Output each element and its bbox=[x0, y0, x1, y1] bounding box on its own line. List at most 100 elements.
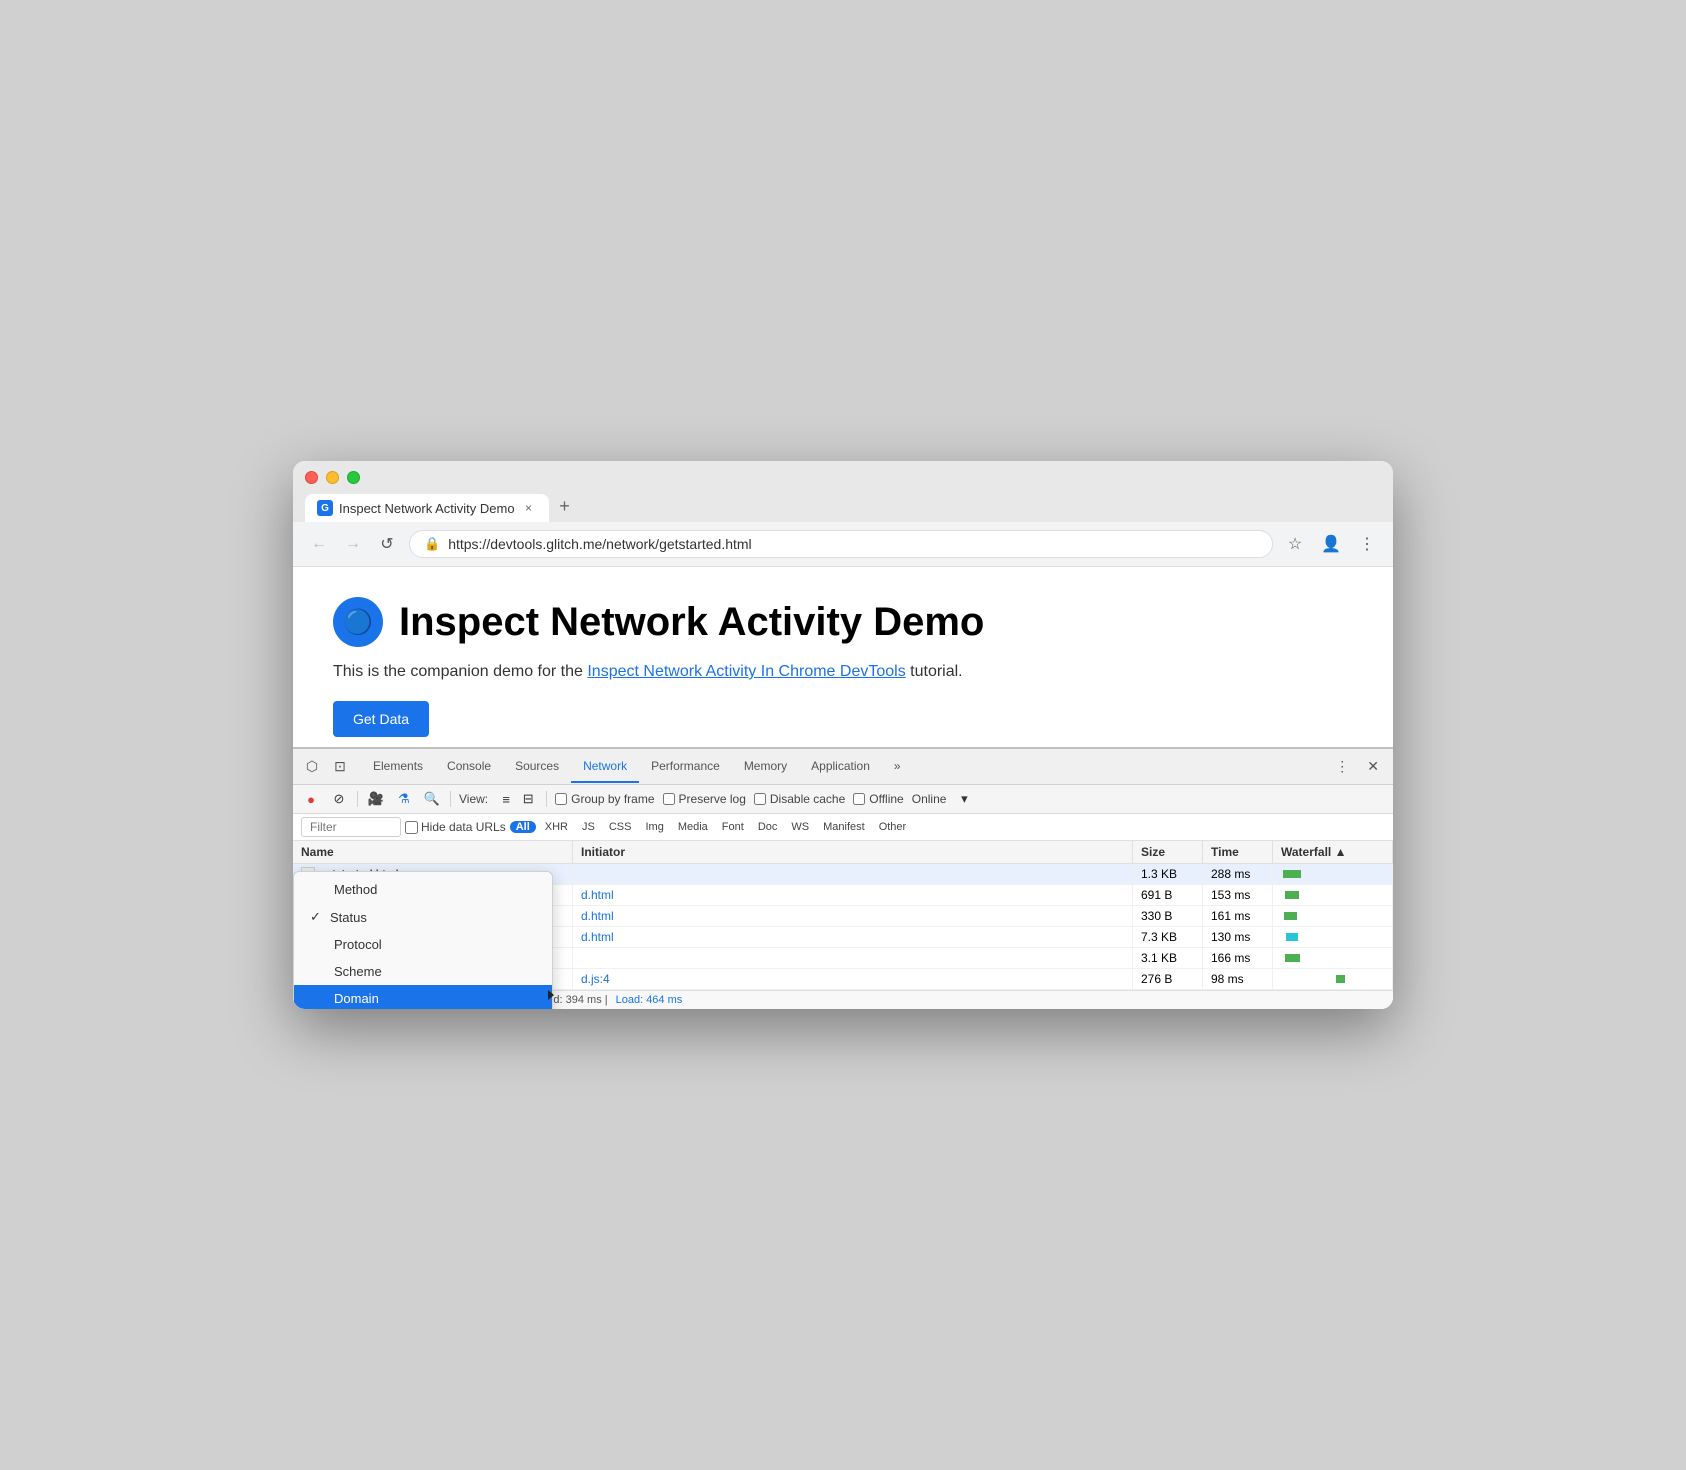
devtools-close-button[interactable]: ✕ bbox=[1361, 754, 1385, 779]
menu-item-status[interactable]: ✓ Status bbox=[294, 903, 552, 931]
cursor-tool-icon[interactable]: ⬡ bbox=[301, 756, 323, 778]
minimize-button[interactable] bbox=[326, 471, 339, 484]
tab-memory[interactable]: Memory bbox=[732, 751, 799, 783]
preserve-log-check[interactable]: Preserve log bbox=[663, 792, 746, 806]
star-button[interactable]: ☆ bbox=[1283, 532, 1307, 556]
logo-icon: 🔵 bbox=[343, 608, 373, 637]
menu-item-scheme[interactable]: Scheme bbox=[294, 958, 552, 985]
profile-button[interactable]: 👤 bbox=[1319, 532, 1343, 556]
row-time: 166 ms bbox=[1203, 948, 1273, 968]
url-text: https://devtools.glitch.me/network/getst… bbox=[448, 536, 1258, 552]
offline-checkbox[interactable] bbox=[853, 793, 865, 805]
waterfall-bar bbox=[1285, 891, 1299, 899]
waterfall-bar-container bbox=[1281, 910, 1384, 922]
list-view-icon[interactable]: ≡ bbox=[496, 789, 516, 809]
tall-view-icon[interactable]: ⊟ bbox=[518, 789, 538, 809]
back-button[interactable]: ← bbox=[307, 535, 331, 553]
filter-css[interactable]: CSS bbox=[604, 820, 637, 834]
new-tab-button[interactable]: + bbox=[551, 492, 579, 520]
close-button[interactable] bbox=[305, 471, 318, 484]
waterfall-bar-container bbox=[1281, 931, 1384, 943]
reload-button[interactable]: ↺ bbox=[375, 534, 399, 554]
dropdown-icon[interactable]: ▾ bbox=[954, 789, 974, 809]
hide-data-urls-check[interactable]: Hide data URLs bbox=[405, 820, 506, 834]
toolbar-separator-3 bbox=[546, 791, 547, 807]
filter-js[interactable]: JS bbox=[577, 820, 600, 834]
devtools-tabs-right: ⋮ ✕ bbox=[1329, 754, 1385, 779]
devtools-more-button[interactable]: ⋮ bbox=[1329, 754, 1355, 779]
tab-application[interactable]: Application bbox=[799, 751, 882, 783]
preserve-log-checkbox[interactable] bbox=[663, 793, 675, 805]
row-initiator bbox=[573, 864, 1133, 884]
filter-img[interactable]: Img bbox=[640, 820, 668, 834]
forward-button[interactable]: → bbox=[341, 535, 365, 553]
offline-check[interactable]: Offline bbox=[853, 792, 903, 806]
row-time: 98 ms bbox=[1203, 969, 1273, 989]
row-size: 7.3 KB bbox=[1133, 927, 1203, 947]
tab-network[interactable]: Network bbox=[571, 751, 639, 783]
tab-performance[interactable]: Performance bbox=[639, 751, 732, 783]
row-waterfall bbox=[1273, 927, 1393, 947]
row-waterfall bbox=[1273, 969, 1393, 989]
filter-media[interactable]: Media bbox=[673, 820, 713, 834]
lock-icon: 🔒 bbox=[424, 536, 440, 552]
menu-item-label: Protocol bbox=[334, 937, 382, 952]
tab-more[interactable]: » bbox=[882, 751, 913, 783]
tab-close-button[interactable]: × bbox=[521, 500, 537, 516]
hide-data-urls-checkbox[interactable] bbox=[405, 821, 418, 834]
device-tool-icon[interactable]: ⊡ bbox=[329, 756, 351, 778]
header-waterfall: Waterfall ▲ bbox=[1273, 841, 1393, 863]
clear-icon[interactable]: ⊘ bbox=[329, 789, 349, 809]
get-data-button[interactable]: Get Data bbox=[333, 701, 429, 737]
video-icon[interactable]: 🎥 bbox=[366, 789, 386, 809]
filter-font[interactable]: Font bbox=[717, 820, 749, 834]
group-by-frame-checkbox[interactable] bbox=[555, 793, 567, 805]
group-by-frame-check[interactable]: Group by frame bbox=[555, 792, 654, 806]
maximize-button[interactable] bbox=[347, 471, 360, 484]
page-logo: 🔵 bbox=[333, 597, 383, 647]
row-initiator bbox=[573, 948, 1133, 968]
row-time: 130 ms bbox=[1203, 927, 1273, 947]
filter-doc[interactable]: Doc bbox=[753, 820, 783, 834]
tab-elements[interactable]: Elements bbox=[361, 751, 435, 783]
all-filter-badge[interactable]: All bbox=[510, 821, 536, 833]
row-size: 1.3 KB bbox=[1133, 864, 1203, 884]
filter-manifest[interactable]: Manifest bbox=[818, 820, 870, 834]
disable-cache-check[interactable]: Disable cache bbox=[754, 792, 845, 806]
tab-console[interactable]: Console bbox=[435, 751, 503, 783]
row-time: 153 ms bbox=[1203, 885, 1273, 905]
filter-ws[interactable]: WS bbox=[786, 820, 814, 834]
subtitle-link[interactable]: Inspect Network Activity In Chrome DevTo… bbox=[587, 663, 905, 680]
more-button[interactable]: ⋮ bbox=[1355, 532, 1379, 556]
row-size: 3.1 KB bbox=[1133, 948, 1203, 968]
window-controls bbox=[305, 471, 1381, 484]
filter-icon[interactable]: ⚗ bbox=[394, 789, 414, 809]
tabs-row: G Inspect Network Activity Demo × + bbox=[305, 492, 1381, 522]
record-icon[interactable]: ● bbox=[301, 789, 321, 809]
filter-other[interactable]: Other bbox=[874, 820, 912, 834]
search-icon[interactable]: 🔍 bbox=[422, 789, 442, 809]
menu-item-domain[interactable]: Domain bbox=[294, 985, 552, 1009]
filter-xhr[interactable]: XHR bbox=[540, 820, 573, 834]
tab-title: Inspect Network Activity Demo bbox=[339, 501, 515, 516]
active-tab[interactable]: G Inspect Network Activity Demo × bbox=[305, 494, 549, 522]
row-waterfall bbox=[1273, 885, 1393, 905]
tab-sources[interactable]: Sources bbox=[503, 751, 571, 783]
waterfall-bar-container bbox=[1281, 952, 1384, 964]
row-waterfall bbox=[1273, 906, 1393, 926]
menu-section-columns: Method ✓ Status Protocol Scheme bbox=[294, 872, 552, 1009]
disable-cache-checkbox[interactable] bbox=[754, 793, 766, 805]
devtools-tabs: ⬡ ⊡ Elements Console Sources Network Per… bbox=[293, 749, 1393, 785]
address-bar: ← → ↺ 🔒 https://devtools.glitch.me/netwo… bbox=[293, 522, 1393, 567]
menu-item-method[interactable]: Method bbox=[294, 876, 552, 903]
waterfall-bar-container bbox=[1281, 889, 1384, 901]
menu-item-protocol[interactable]: Protocol bbox=[294, 931, 552, 958]
filter-input[interactable] bbox=[301, 817, 401, 837]
row-initiator: d.html bbox=[573, 885, 1133, 905]
check-icon: ✓ bbox=[310, 909, 326, 925]
view-label: View: bbox=[459, 792, 488, 806]
menu-item-label: Domain bbox=[334, 991, 379, 1006]
row-time: 288 ms bbox=[1203, 864, 1273, 884]
subtitle-pre: This is the companion demo for the bbox=[333, 663, 587, 680]
url-bar[interactable]: 🔒 https://devtools.glitch.me/network/get… bbox=[409, 530, 1273, 558]
